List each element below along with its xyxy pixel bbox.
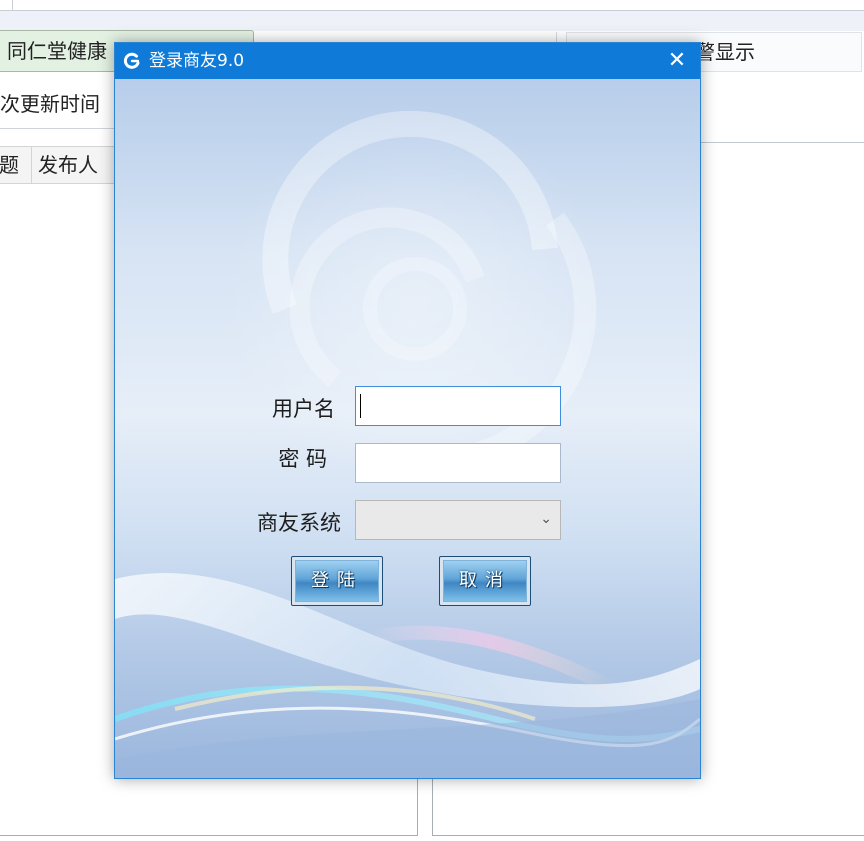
system-label: 商友系统 xyxy=(257,511,341,535)
close-icon: ✕ xyxy=(667,48,687,73)
cancel-button-label: 取消 xyxy=(443,560,527,602)
background-divider xyxy=(0,128,114,129)
background-update-label: 次更新时间 xyxy=(0,92,100,116)
login-button-label: 登陆 xyxy=(295,560,379,602)
background-swirl-artwork xyxy=(115,109,700,778)
background-column-header-publisher[interactable]: 发布人 xyxy=(31,146,121,184)
text-caret xyxy=(360,394,361,418)
login-button[interactable]: 登陆 xyxy=(291,556,383,606)
background-right-panel xyxy=(432,772,864,836)
chevron-down-icon: ⌄ xyxy=(540,511,552,527)
dialog-body: 用户名 密 码 商友系统 ⌄ 登陆 取消 xyxy=(115,79,700,778)
column-header-label: 发布人 xyxy=(38,153,98,177)
background-top-strip xyxy=(0,0,864,11)
background-top-strip-divider xyxy=(0,0,13,10)
background-tab-label: 同仁堂健康 xyxy=(7,39,107,63)
close-button[interactable]: ✕ xyxy=(654,43,700,79)
background-column-header-title[interactable]: 题 xyxy=(0,146,32,184)
username-label: 用户名 xyxy=(272,397,335,421)
dialog-title: 登录商友9.0 xyxy=(149,51,245,71)
column-header-label: 题 xyxy=(0,153,19,177)
password-input[interactable] xyxy=(355,443,561,483)
background-right-header-label: 警显示 xyxy=(695,40,755,64)
dialog-titlebar[interactable]: 登录商友9.0 ✕ xyxy=(115,43,700,79)
system-select[interactable]: ⌄ xyxy=(355,500,561,540)
cancel-button[interactable]: 取消 xyxy=(439,556,531,606)
app-logo-icon xyxy=(123,52,140,69)
login-dialog: 登录商友9.0 ✕ 用户名 密 码 商友系统 ⌄ 登陆 取消 xyxy=(114,42,701,779)
background-band xyxy=(0,11,864,31)
password-label: 密 码 xyxy=(278,447,327,471)
username-input[interactable] xyxy=(355,386,561,426)
